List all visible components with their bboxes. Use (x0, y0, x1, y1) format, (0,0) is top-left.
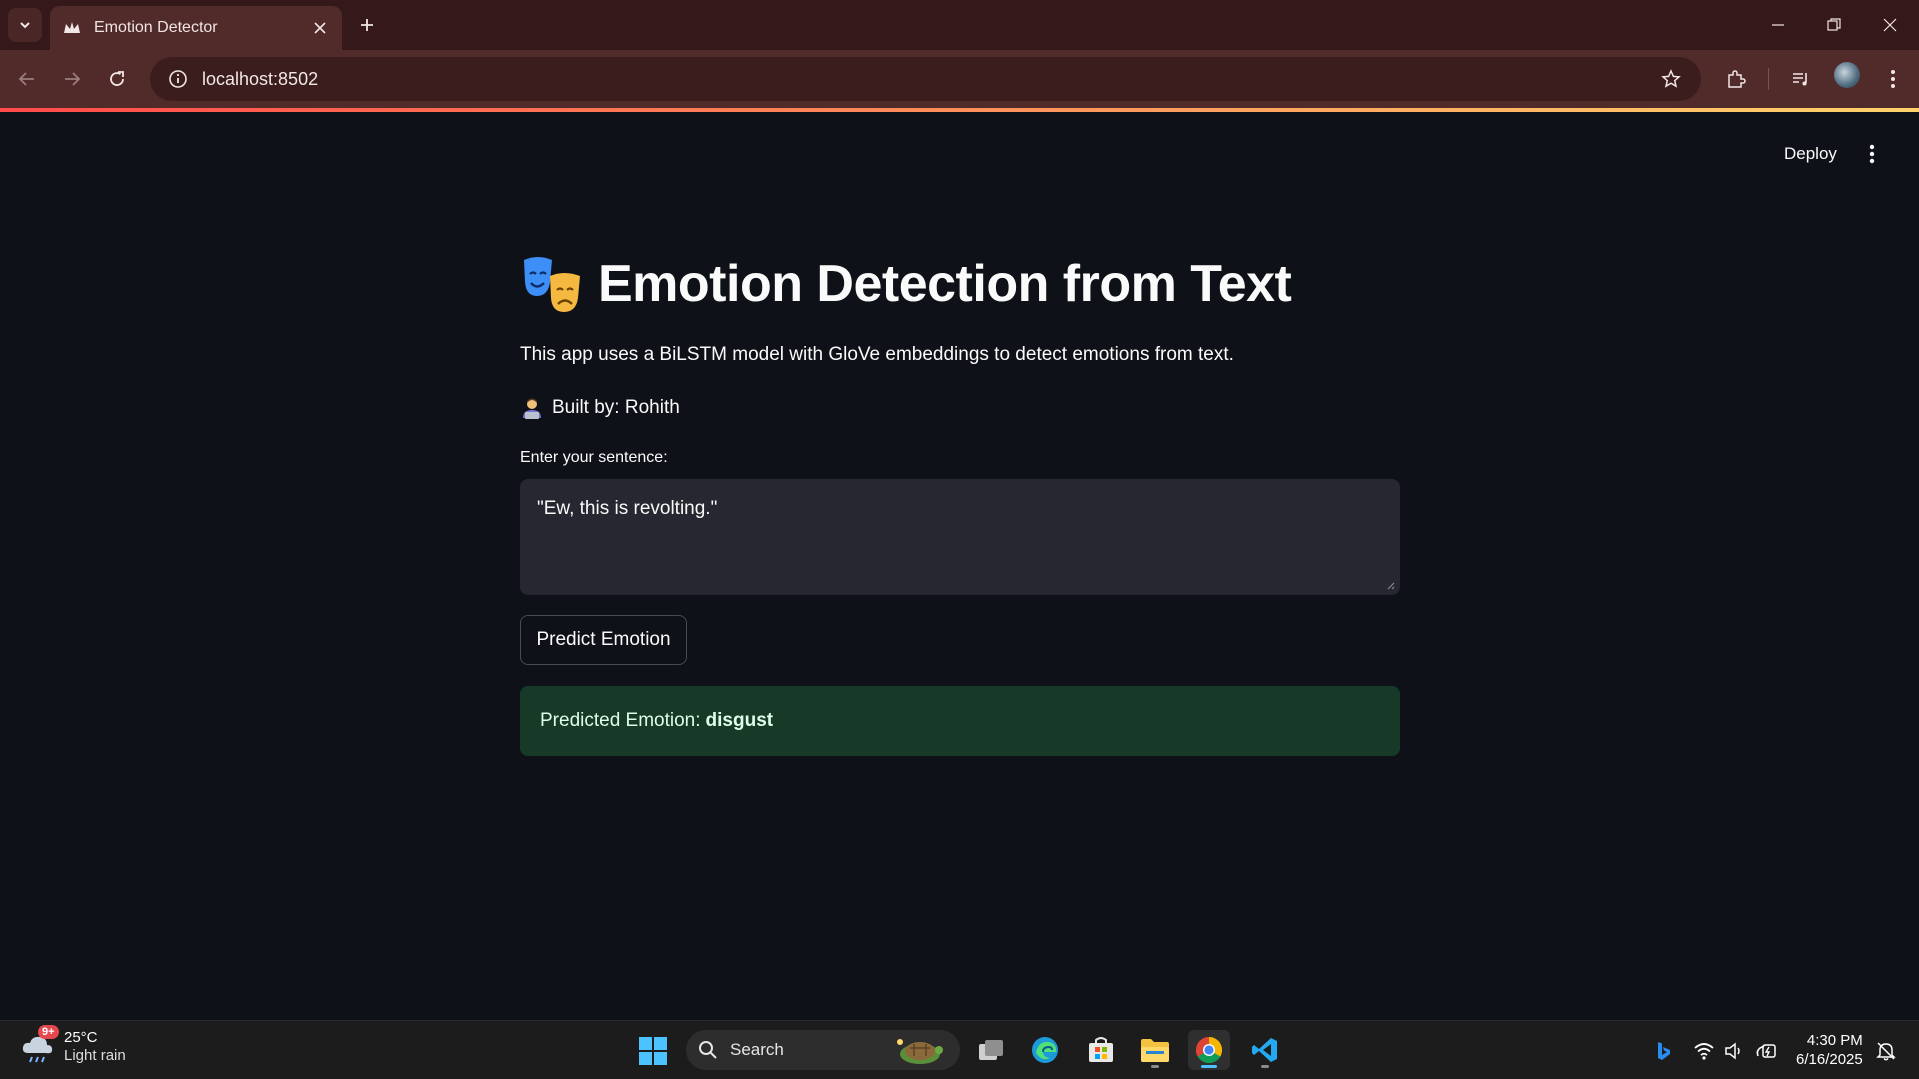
new-tab-button[interactable] (352, 10, 382, 40)
address-bar[interactable]: localhost:8502 (150, 57, 1701, 101)
task-view-icon (979, 1040, 1003, 1060)
media-control-button[interactable] (1784, 62, 1818, 96)
more-vertical-icon (1891, 70, 1895, 88)
prediction-success-alert: Predicted Emotion: disgust (520, 686, 1400, 756)
windows-start-icon[interactable] (638, 1036, 668, 1066)
taskbar-chrome[interactable] (1188, 1030, 1230, 1070)
weather-condition: Light rain (64, 1047, 126, 1064)
sentence-textarea[interactable]: "Ew, this is revolting." (520, 479, 1400, 595)
performing-arts-masks-icon (524, 257, 580, 312)
url-text: localhost:8502 (202, 68, 319, 89)
clock-time: 4:30 PM (1806, 1032, 1863, 1049)
app-menu-button[interactable] (1860, 140, 1884, 168)
taskbar-search[interactable]: Search (686, 1030, 960, 1070)
edge-browser-icon (1032, 1037, 1058, 1063)
weather-badge: 9+ (38, 1025, 59, 1039)
reload-icon (110, 71, 124, 86)
more-vertical-icon (1869, 144, 1875, 164)
taskbar-clock[interactable]: 4:30 PM 6/16/2025 (1796, 1031, 1863, 1069)
tray-notifications[interactable] (1874, 1039, 1898, 1063)
prediction-value: disgust (705, 710, 774, 731)
playlist-icon (1793, 73, 1807, 86)
search-icon (699, 1041, 717, 1059)
chrome-browser-icon (1195, 1036, 1223, 1064)
taskbar-search-label: Search (730, 1040, 784, 1059)
taskbar-file-explorer[interactable] (1134, 1030, 1176, 1070)
forward-button[interactable] (55, 62, 89, 96)
tray-wifi[interactable] (1692, 1039, 1716, 1063)
windows-taskbar: 9+ 25°C Light rain Search 4:30 PM 6/16/2… (0, 1020, 1919, 1079)
reload-button[interactable] (100, 62, 134, 96)
battery-charging-icon (1756, 1044, 1776, 1058)
tab-title: Emotion Detector (94, 19, 218, 36)
plus-icon (361, 19, 373, 31)
tray-bing[interactable] (1652, 1039, 1676, 1063)
prediction-label: Predicted Emotion: (540, 710, 701, 731)
window-close-button[interactable] (1862, 0, 1918, 50)
browser-tab[interactable]: Emotion Detector (50, 6, 342, 50)
sentence-input-label: Enter your sentence: (520, 449, 668, 466)
chevron-down-icon (20, 22, 30, 29)
taskbar-edge[interactable] (1024, 1030, 1066, 1070)
app-description: This app uses a BiLSTM model with GloVe … (520, 344, 1234, 365)
taskbar-task-view[interactable] (970, 1030, 1012, 1070)
weather-temp: 25°C (64, 1029, 98, 1046)
profile-avatar[interactable] (1834, 62, 1860, 88)
search-highlight-turtle-icon (897, 1039, 943, 1064)
running-indicator (1151, 1065, 1159, 1068)
bing-icon (1658, 1042, 1670, 1060)
clock-date: 6/16/2025 (1796, 1051, 1863, 1068)
active-indicator (1201, 1065, 1217, 1068)
window-restore-button[interactable] (1806, 0, 1862, 50)
tray-volume[interactable] (1722, 1039, 1746, 1063)
extensions-button[interactable] (1719, 62, 1753, 96)
technologist-icon (523, 398, 541, 419)
built-by-text: Built by: Rohith (552, 397, 680, 418)
built-by-line: Built by: Rohith (520, 396, 680, 420)
resize-grip-icon[interactable] (1385, 580, 1395, 590)
sentence-textarea-value: "Ew, this is revolting." (537, 498, 718, 519)
tray-battery[interactable] (1754, 1039, 1778, 1063)
page-title: Emotion Detection from Text (520, 252, 1292, 316)
close-icon (1883, 18, 1897, 32)
notification-bell-icon (1876, 1042, 1896, 1061)
browser-toolbar: localhost:8502 (0, 50, 1919, 108)
volume-icon (1725, 1042, 1740, 1060)
screen: Emotion Detector localhost:8502 Deploy E… (0, 0, 1919, 1079)
restore-icon (1827, 18, 1841, 31)
weather-widget[interactable]: 9+ 25°C Light rain (20, 1025, 126, 1065)
arrow-right-icon (65, 72, 81, 86)
browser-tabbar: Emotion Detector (0, 0, 1919, 50)
arrow-left-icon (18, 72, 34, 86)
toolbar-separator (1768, 68, 1769, 90)
browser-menu-button[interactable] (1876, 62, 1910, 96)
streamlit-app: Deploy Emotion Detection from Text This … (0, 112, 1919, 1020)
page-title-text: Emotion Detection from Text (598, 255, 1292, 313)
running-indicator (1261, 1065, 1269, 1068)
taskbar-vscode[interactable] (1244, 1030, 1286, 1070)
vscode-icon (1252, 1038, 1277, 1062)
deploy-button[interactable]: Deploy (1772, 138, 1849, 170)
site-info-icon[interactable] (166, 67, 190, 91)
bookmark-star-icon[interactable] (1657, 65, 1685, 93)
window-minimize-button[interactable] (1750, 0, 1806, 50)
puzzle-icon (1728, 70, 1746, 88)
tab-search-button[interactable] (8, 8, 42, 42)
taskbar-store[interactable] (1080, 1030, 1122, 1070)
back-button[interactable] (10, 62, 44, 96)
minimize-icon (1772, 24, 1784, 26)
predict-emotion-button[interactable]: Predict Emotion (520, 615, 687, 665)
wifi-icon (1694, 1043, 1714, 1060)
weather-rain-icon: 9+ (20, 1025, 59, 1065)
streamlit-crown-icon (62, 18, 82, 38)
tab-close-icon[interactable] (310, 18, 330, 38)
microsoft-store-icon (1089, 1037, 1113, 1062)
folder-icon (1141, 1039, 1169, 1062)
